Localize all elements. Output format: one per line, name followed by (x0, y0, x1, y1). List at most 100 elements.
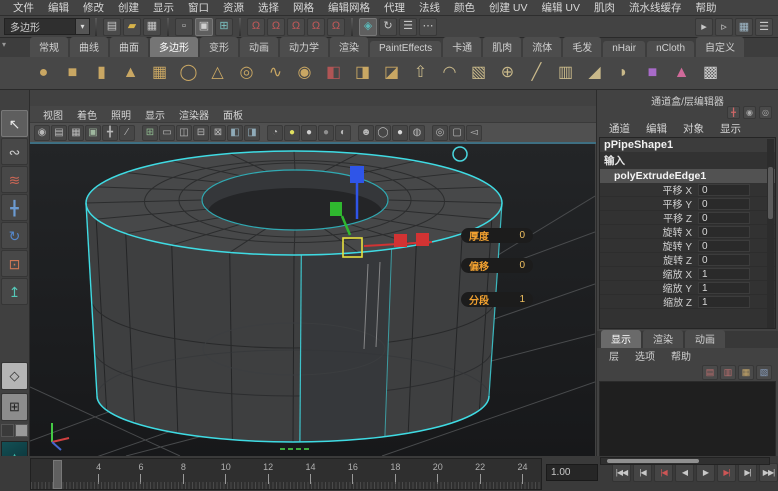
menubar-item[interactable]: 流水线缓存 (622, 0, 689, 15)
shelf-tab[interactable]: PaintEffects (370, 41, 441, 57)
layer-edit-icon[interactable]: ▤ (702, 365, 718, 380)
step-back-key-button[interactable]: |◀ (654, 463, 673, 482)
3d-canvas[interactable]: 厚度 0 偏移 0 分段 1 (30, 144, 595, 456)
bookmarks-icon[interactable]: ▦ (68, 125, 84, 141)
camera-view-icon[interactable]: ▢ (449, 125, 465, 141)
film-gate-icon[interactable]: ▭ (159, 125, 175, 141)
channel-box-menu[interactable]: 编辑 (638, 121, 675, 136)
smooth-icon[interactable]: ◗ (610, 60, 637, 87)
open-scene-icon[interactable]: ▰ (123, 18, 141, 36)
shelf-tab[interactable]: 卡通 (443, 37, 481, 57)
menubar-item[interactable]: 修改 (76, 0, 111, 15)
lasso-select-tool[interactable]: ∾ (1, 138, 28, 165)
shelf-tab[interactable]: 肌肉 (483, 37, 521, 57)
layer-editor-menu[interactable]: 层 (601, 348, 627, 363)
smooth-shading-icon[interactable]: ● (392, 125, 408, 141)
layout-mini-left-button[interactable] (1, 424, 14, 437)
poly-pyramid-icon[interactable]: △ (204, 60, 231, 87)
channel-attribute-row[interactable]: 旋转 Y 0 (600, 239, 775, 253)
shadows-icon[interactable]: ◐ (335, 125, 351, 141)
channel-attribute-row[interactable]: 缩放 Y 1 (600, 281, 775, 295)
menubar-item[interactable]: 创建 (111, 0, 146, 15)
boolean-icon[interactable]: ◪ (378, 60, 405, 87)
save-scene-icon[interactable]: ▦ (143, 18, 161, 36)
menubar-item[interactable]: 窗口 (181, 0, 216, 15)
scale-tool[interactable]: ⊡ (1, 250, 28, 277)
resolution-gate-icon[interactable]: ◫ (176, 125, 192, 141)
bevel-icon[interactable]: ◢ (581, 60, 608, 87)
channel-attribute-row[interactable]: 平移 Y 0 (600, 197, 775, 211)
poly-helix-icon[interactable]: ∿ (262, 60, 289, 87)
poly-soccerball-icon[interactable]: ◉ (291, 60, 318, 87)
menubar-item[interactable]: 代理 (377, 0, 412, 15)
camera-attributes-icon[interactable]: ▤ (51, 125, 67, 141)
shelf-tab[interactable]: 流体 (523, 37, 561, 57)
channel-attribute-row[interactable]: 旋转 X 0 (600, 225, 775, 239)
poly-cone-icon[interactable]: ▲ (117, 60, 144, 87)
insert-edge-loop-icon[interactable]: ▥ (552, 60, 579, 87)
step-back-frame-button[interactable]: |◀ (633, 463, 652, 482)
select-tool[interactable]: ↖ (1, 110, 28, 137)
channel-manip-icon[interactable]: ╋ (727, 106, 740, 119)
menubar-item[interactable]: 法线 (412, 0, 447, 15)
safe-title-icon[interactable]: ◨ (244, 125, 260, 141)
checker-icon[interactable]: ▩ (697, 60, 724, 87)
new-scene-icon[interactable]: ▤ (103, 18, 121, 36)
combine-icon[interactable]: ◧ (320, 60, 347, 87)
render-settings-icon[interactable]: ☰ (755, 18, 773, 36)
menubar-item[interactable]: 选择 (251, 0, 286, 15)
poly-cube-icon[interactable]: ■ (59, 60, 86, 87)
shelf-tab[interactable]: 动力学 (280, 37, 328, 57)
shelf-tab[interactable]: 自定义 (696, 37, 744, 57)
shelf-tab[interactable]: 常规 (30, 37, 68, 57)
field-chart-icon[interactable]: ⊠ (210, 125, 226, 141)
snap-point-icon[interactable]: Ω (287, 18, 305, 36)
isolate-select-icon[interactable]: ◎ (432, 125, 448, 141)
hud-thickness-field[interactable]: 厚度 0 (461, 228, 533, 243)
menubar-item[interactable]: 颜色 (447, 0, 482, 15)
more-options-icon[interactable]: ⋯ (419, 18, 437, 36)
menubar-item[interactable]: 帮助 (689, 0, 724, 15)
menubar-item[interactable]: 网格 (286, 0, 321, 15)
xray-joints-icon[interactable]: ☻ (358, 125, 374, 141)
layer-editor-tab[interactable]: 动画 (685, 330, 725, 348)
textured-shading-icon[interactable]: ◍ (409, 125, 425, 141)
shelf-tab[interactable]: 曲面 (110, 37, 148, 57)
hud-offset-field[interactable]: 偏移 0 (461, 258, 533, 273)
select-component-icon[interactable]: ⊞ (215, 18, 233, 36)
camera-select-icon[interactable]: ◉ (34, 125, 50, 141)
move-tool[interactable]: ╋ (1, 194, 28, 221)
shelf-tab[interactable]: 毛发 (563, 37, 601, 57)
panel-menu-item[interactable]: 着色 (70, 107, 104, 122)
grease-pencil-icon[interactable]: ∕ (119, 125, 135, 141)
snap-view-plane-icon[interactable]: Ω (327, 18, 345, 36)
panel-menu-item[interactable]: 面板 (216, 107, 250, 122)
bridge-icon[interactable]: ◠ (436, 60, 463, 87)
poly-torus-icon[interactable]: ◯ (175, 60, 202, 87)
append-polygon-icon[interactable]: ▧ (465, 60, 492, 87)
slow-speed-icon[interactable]: ◉ (743, 106, 756, 119)
snap-grid-icon[interactable]: Ω (247, 18, 265, 36)
step-forward-frame-button[interactable]: ▶| (738, 463, 757, 482)
hud-divisions-field[interactable]: 分段 1 (461, 292, 533, 307)
menubar-item[interactable]: 肌肉 (587, 0, 622, 15)
menubar-item[interactable]: 编辑 UV (535, 0, 588, 15)
channel-box-menu[interactable]: 显示 (712, 121, 749, 136)
menubar-item[interactable]: 创建 UV (482, 0, 535, 15)
scrollbar-thumb[interactable] (768, 167, 773, 219)
panel-menu-item[interactable]: 视图 (36, 107, 70, 122)
channel-attribute-row[interactable]: 缩放 X 1 (600, 267, 775, 281)
layout-mini-right-button[interactable] (15, 424, 28, 437)
single-pane-layout-button[interactable]: ◇ (1, 362, 28, 390)
panel-split-icon[interactable]: ◅ (466, 125, 482, 141)
poly-pipe-icon[interactable]: ◎ (233, 60, 260, 87)
menubar-item[interactable]: 编辑 (41, 0, 76, 15)
no-lights-icon[interactable]: ● (318, 125, 334, 141)
layer-editor-menu[interactable]: 选项 (627, 348, 663, 363)
paint-select-tool[interactable]: ≋ (1, 166, 28, 193)
time-slider[interactable]: 2 4 6 8 10 12 14 (30, 458, 542, 490)
scrollbar-thumb[interactable] (607, 459, 699, 463)
separate-icon[interactable]: ◨ (349, 60, 376, 87)
menu-set-dropdown[interactable]: 多边形 ▾ (4, 18, 90, 35)
poly-sphere-icon[interactable]: ● (30, 60, 57, 87)
